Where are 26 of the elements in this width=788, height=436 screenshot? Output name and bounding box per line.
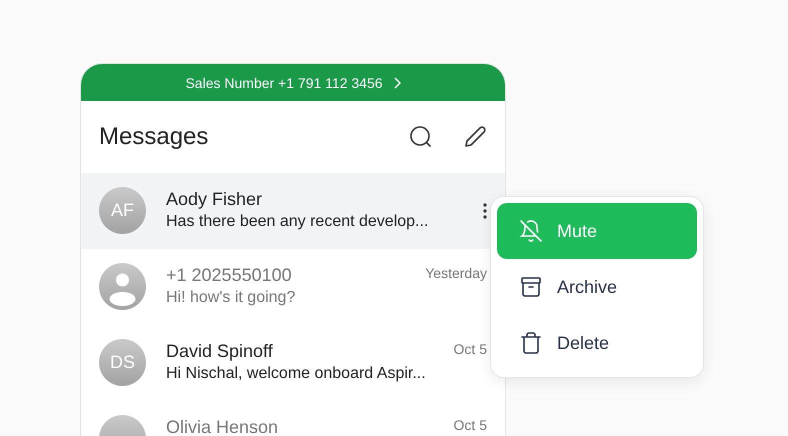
- chevron-right-icon: [392, 76, 401, 88]
- message-preview: Has there been any recent develop...: [166, 213, 430, 231]
- message-preview: Hi! how's it going?: [166, 289, 296, 307]
- person-avatar: [99, 263, 146, 310]
- trash-icon: [519, 331, 543, 355]
- more-vertical-icon: [483, 203, 487, 219]
- compose-button[interactable]: [463, 125, 487, 149]
- search-icon: [409, 125, 433, 149]
- more-button[interactable]: [483, 203, 487, 219]
- message-time: Oct 5: [454, 417, 487, 433]
- search-button[interactable]: [409, 125, 433, 149]
- contact-name: Olivia Henson: [166, 417, 280, 436]
- contact-name: Aody Fisher: [166, 189, 264, 209]
- pencil-icon: [463, 125, 487, 149]
- avatar: AF: [99, 187, 146, 234]
- page-title: Messages: [99, 123, 210, 151]
- contact-name: David Spinoff: [166, 341, 274, 361]
- sales-number-banner[interactable]: Sales Number +1 791 112 3456: [81, 64, 505, 101]
- bell-off-icon: [519, 219, 543, 243]
- contact-name: +1 2025550100: [166, 265, 293, 285]
- conversation-row[interactable]: AF Aody Fisher Has there been any recent develop...: [81, 173, 505, 249]
- message-preview: Hi Nischal, welcome onboard Aspir...: [166, 365, 427, 383]
- avatar: DS: [99, 339, 146, 386]
- box-icon: [519, 275, 543, 299]
- message-time: Yesterday: [425, 265, 487, 281]
- message-time: Oct 5: [454, 341, 487, 357]
